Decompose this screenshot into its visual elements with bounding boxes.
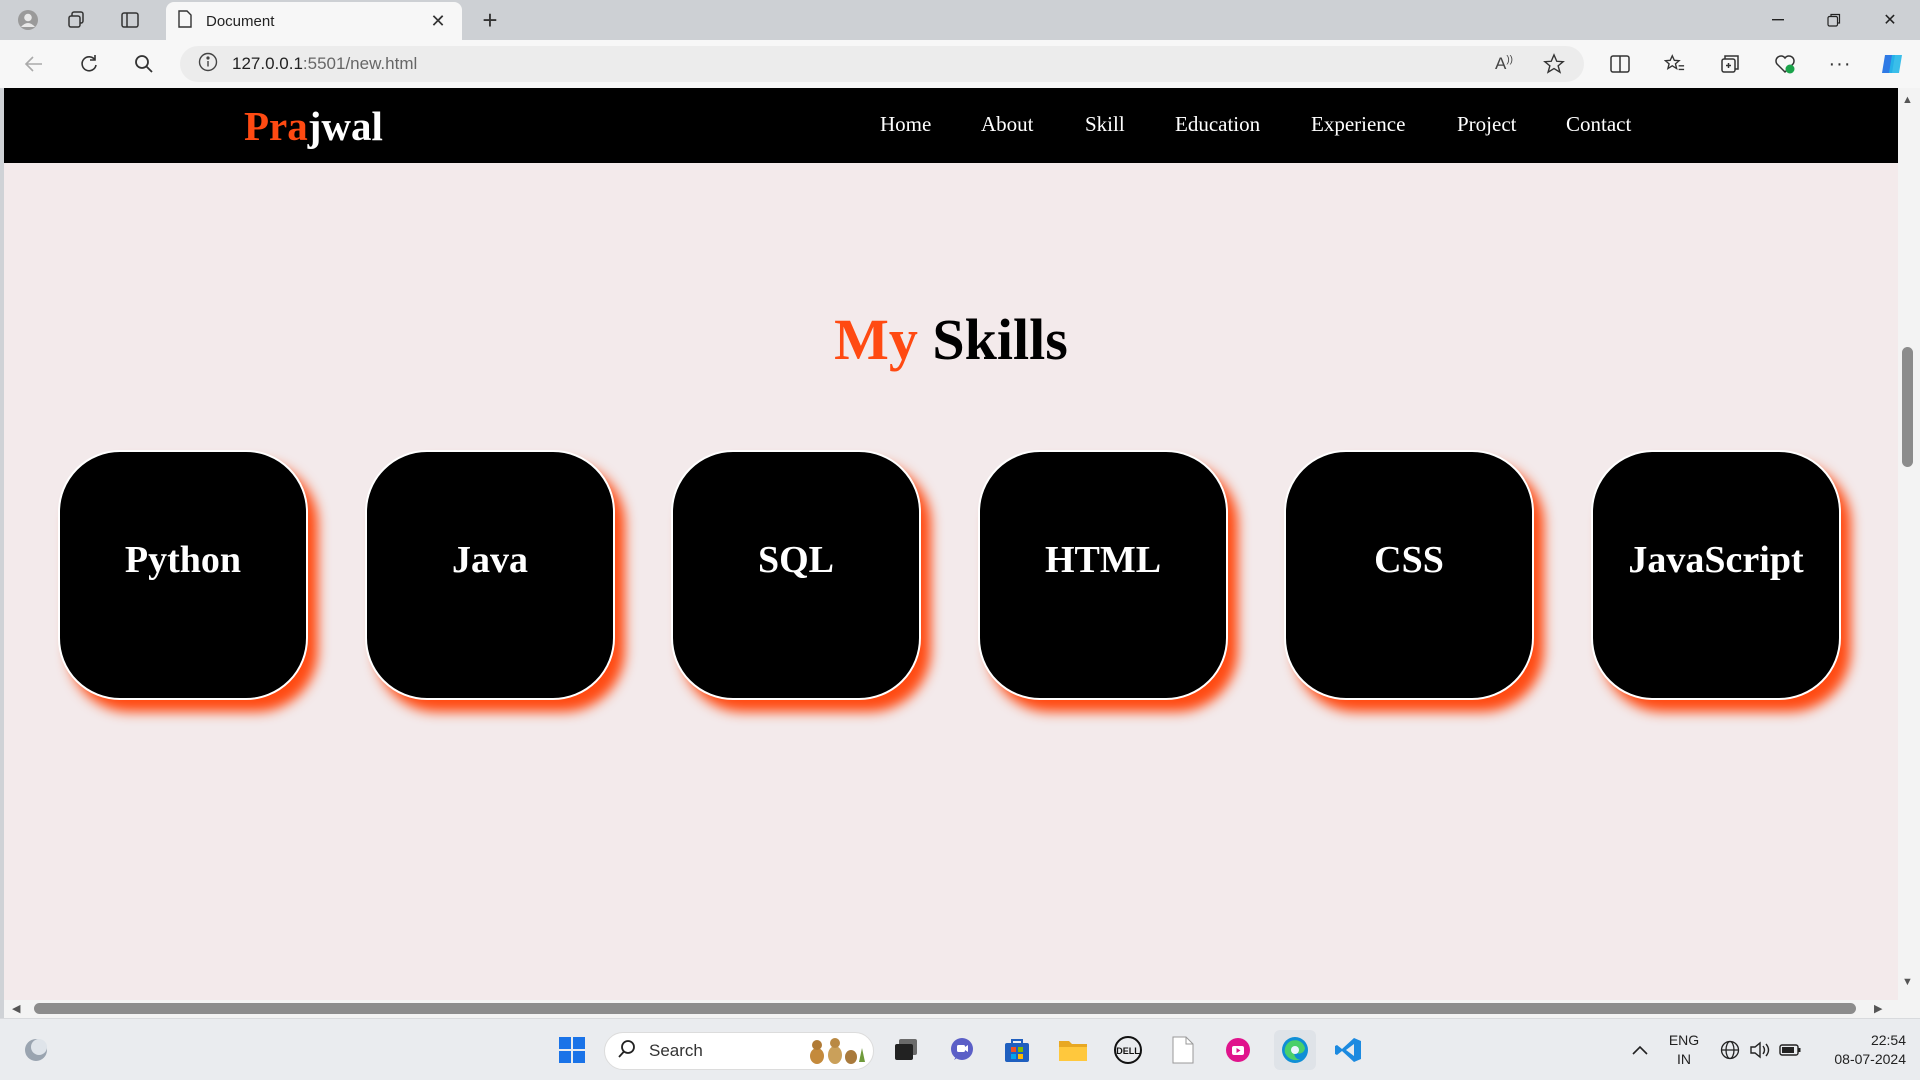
search-placeholder: Search <box>649 1041 703 1060</box>
battery-icon[interactable] <box>1772 1032 1808 1068</box>
nav-experience[interactable]: Experience <box>1311 112 1405 137</box>
nav-project[interactable]: Project <box>1457 112 1516 137</box>
read-aloud-icon[interactable]: A)) <box>1486 48 1522 80</box>
favorite-star-icon[interactable] <box>1536 48 1572 80</box>
skill-card-html[interactable]: HTML <box>978 450 1228 700</box>
close-window-button[interactable]: ✕ <box>1862 6 1918 34</box>
svg-text:DELL: DELL <box>1116 1046 1140 1056</box>
copilot-icon[interactable] <box>1874 48 1910 80</box>
site-navbar: Prajwal Home About Skill Education Exper… <box>4 88 1898 163</box>
collections-icon[interactable] <box>1712 48 1748 80</box>
notepad-file-icon[interactable] <box>1165 1032 1201 1068</box>
dell-icon[interactable]: DELL <box>1110 1032 1146 1068</box>
new-tab-button[interactable]: + <box>474 5 506 35</box>
nav-about[interactable]: About <box>981 112 1034 137</box>
search-icon <box>617 1039 637 1064</box>
restore-button[interactable] <box>1806 6 1862 34</box>
nav-skill[interactable]: Skill <box>1085 112 1125 137</box>
address-bar[interactable]: 127.0.0.1:5501/new.html <box>180 46 1584 82</box>
weather-widget-icon[interactable] <box>18 1032 54 1068</box>
vscode-icon[interactable] <box>1330 1032 1366 1068</box>
clock[interactable]: 22:54 08-07-2024 <box>1810 1031 1906 1069</box>
taskbar-search[interactable]: Search <box>604 1032 874 1070</box>
close-tab-icon[interactable]: ✕ <box>426 11 450 32</box>
nav-home[interactable]: Home <box>880 112 931 137</box>
browser-toolbar: 127.0.0.1:5501/new.html A)) ··· <box>0 40 1920 88</box>
search-icon[interactable] <box>126 48 162 80</box>
scroll-down-arrow-icon[interactable]: ▼ <box>1902 976 1913 988</box>
edge-browser-icon[interactable] <box>1274 1030 1316 1070</box>
skills-heading: My Skills <box>834 307 1068 372</box>
tab-document[interactable]: Document ✕ <box>166 2 462 40</box>
tab-actions-icon[interactable] <box>114 6 146 34</box>
site-info-icon[interactable] <box>198 52 218 77</box>
scroll-left-arrow-icon[interactable]: ◀ <box>12 1002 20 1015</box>
refresh-icon[interactable] <box>71 48 107 80</box>
show-hidden-icons-icon[interactable] <box>1622 1032 1658 1068</box>
skill-card-css[interactable]: CSS <box>1284 450 1534 700</box>
minimize-button[interactable] <box>1750 6 1806 34</box>
tab-bar: Document ✕ + ✕ <box>0 0 1920 40</box>
task-view-icon[interactable] <box>888 1032 924 1068</box>
profile-icon[interactable] <box>12 6 44 34</box>
page-viewport: Prajwal Home About Skill Education Exper… <box>4 88 1898 1000</box>
split-screen-icon[interactable] <box>1602 48 1638 80</box>
taskbar: Search DELL ENG IN 22:54 08-07-2024 <box>0 1018 1920 1080</box>
more-options-icon[interactable]: ··· <box>1822 48 1858 80</box>
microsoft-store-icon[interactable] <box>999 1032 1035 1068</box>
nav-contact[interactable]: Contact <box>1566 112 1631 137</box>
back-arrow-icon[interactable] <box>16 48 52 80</box>
start-windows-icon[interactable] <box>554 1032 590 1068</box>
media-app-icon[interactable] <box>1220 1032 1256 1068</box>
skill-card-javascript[interactable]: JavaScript <box>1591 450 1841 700</box>
vertical-scroll-thumb[interactable] <box>1902 347 1913 467</box>
teams-chat-icon[interactable] <box>944 1032 980 1068</box>
vertical-scrollbar[interactable] <box>1898 88 1920 1018</box>
browser-essentials-icon[interactable] <box>1767 48 1803 80</box>
scroll-right-arrow-icon[interactable]: ▶ <box>1874 1002 1882 1015</box>
workspaces-icon[interactable] <box>60 6 92 34</box>
page-icon <box>178 9 192 33</box>
file-explorer-icon[interactable] <box>1055 1032 1091 1068</box>
nav-education[interactable]: Education <box>1175 112 1260 137</box>
url-text: 127.0.0.1:5501/new.html <box>232 54 418 73</box>
skill-card-python[interactable]: Python <box>58 450 308 700</box>
horizontal-scroll-thumb[interactable] <box>34 1003 1856 1014</box>
site-logo[interactable]: Prajwal <box>244 102 383 150</box>
skill-card-sql[interactable]: SQL <box>671 450 921 700</box>
favorites-icon[interactable] <box>1657 48 1693 80</box>
scroll-up-arrow-icon[interactable]: ▲ <box>1902 94 1913 106</box>
tab-title: Document <box>206 12 275 30</box>
skill-card-java[interactable]: Java <box>365 450 615 700</box>
language-indicator[interactable]: ENG IN <box>1664 1031 1704 1069</box>
search-highlight-icon <box>801 1034 867 1069</box>
